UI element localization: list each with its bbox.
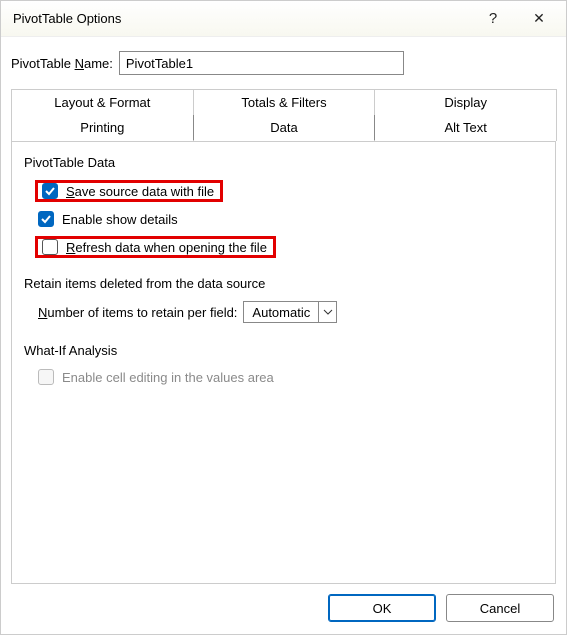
cancel-button[interactable]: Cancel [446,594,554,622]
dialog-footer: OK Cancel [1,584,566,634]
tab-layout-format[interactable]: Layout & Format [11,89,194,115]
enable-cell-editing-row: Enable cell editing in the values area [38,366,547,388]
retain-items-value: Automatic [244,302,318,322]
dialog-content: PivotTable Name: Layout & Format Totals … [1,37,566,584]
tab-strip: Layout & Format Totals & Filters Display… [11,89,556,142]
help-button[interactable]: ? [470,3,516,35]
pivottable-options-dialog: PivotTable Options ? ✕ PivotTable Name: … [0,0,567,635]
check-icon [44,185,56,197]
section-retain-items: Retain items deleted from the data sourc… [24,276,547,291]
section-pivottable-data: PivotTable Data [24,155,547,170]
ok-button[interactable]: OK [328,594,436,622]
retain-items-row: Number of items to retain per field: Aut… [38,299,547,325]
enable-show-details-checkbox[interactable] [38,211,54,227]
section-what-if: What-If Analysis [24,343,547,358]
retain-items-label: Number of items to retain per field: [38,305,237,320]
enable-show-details-row: Enable show details [38,208,547,230]
refresh-on-open-label: Refresh data when opening the file [66,240,267,255]
enable-show-details-label: Enable show details [62,212,178,227]
pivottable-name-row: PivotTable Name: [11,51,556,75]
save-source-data-highlight: Save source data with file [35,180,223,202]
close-button[interactable]: ✕ [516,3,562,35]
enable-cell-editing-checkbox [38,369,54,385]
tab-totals-filters[interactable]: Totals & Filters [193,89,376,115]
save-source-data-label: Save source data with file [66,184,214,199]
tab-printing[interactable]: Printing [11,115,194,141]
refresh-on-open-highlight: Refresh data when opening the file [35,236,276,258]
enable-cell-editing-label: Enable cell editing in the values area [62,370,274,385]
titlebar: PivotTable Options ? ✕ [1,1,566,37]
retain-items-combobox[interactable]: Automatic [243,301,337,323]
check-icon [40,213,52,225]
tab-data[interactable]: Data [193,115,376,141]
refresh-on-open-checkbox[interactable] [42,239,58,255]
tab-panel-data: PivotTable Data Save source data with fi… [11,141,556,584]
tab-display[interactable]: Display [374,89,557,115]
save-source-data-checkbox[interactable] [42,183,58,199]
pivottable-name-label: PivotTable Name: [11,56,113,71]
tab-alt-text[interactable]: Alt Text [374,115,557,141]
pivottable-name-input[interactable] [119,51,404,75]
chevron-down-icon[interactable] [318,302,336,322]
dialog-title: PivotTable Options [13,11,470,26]
